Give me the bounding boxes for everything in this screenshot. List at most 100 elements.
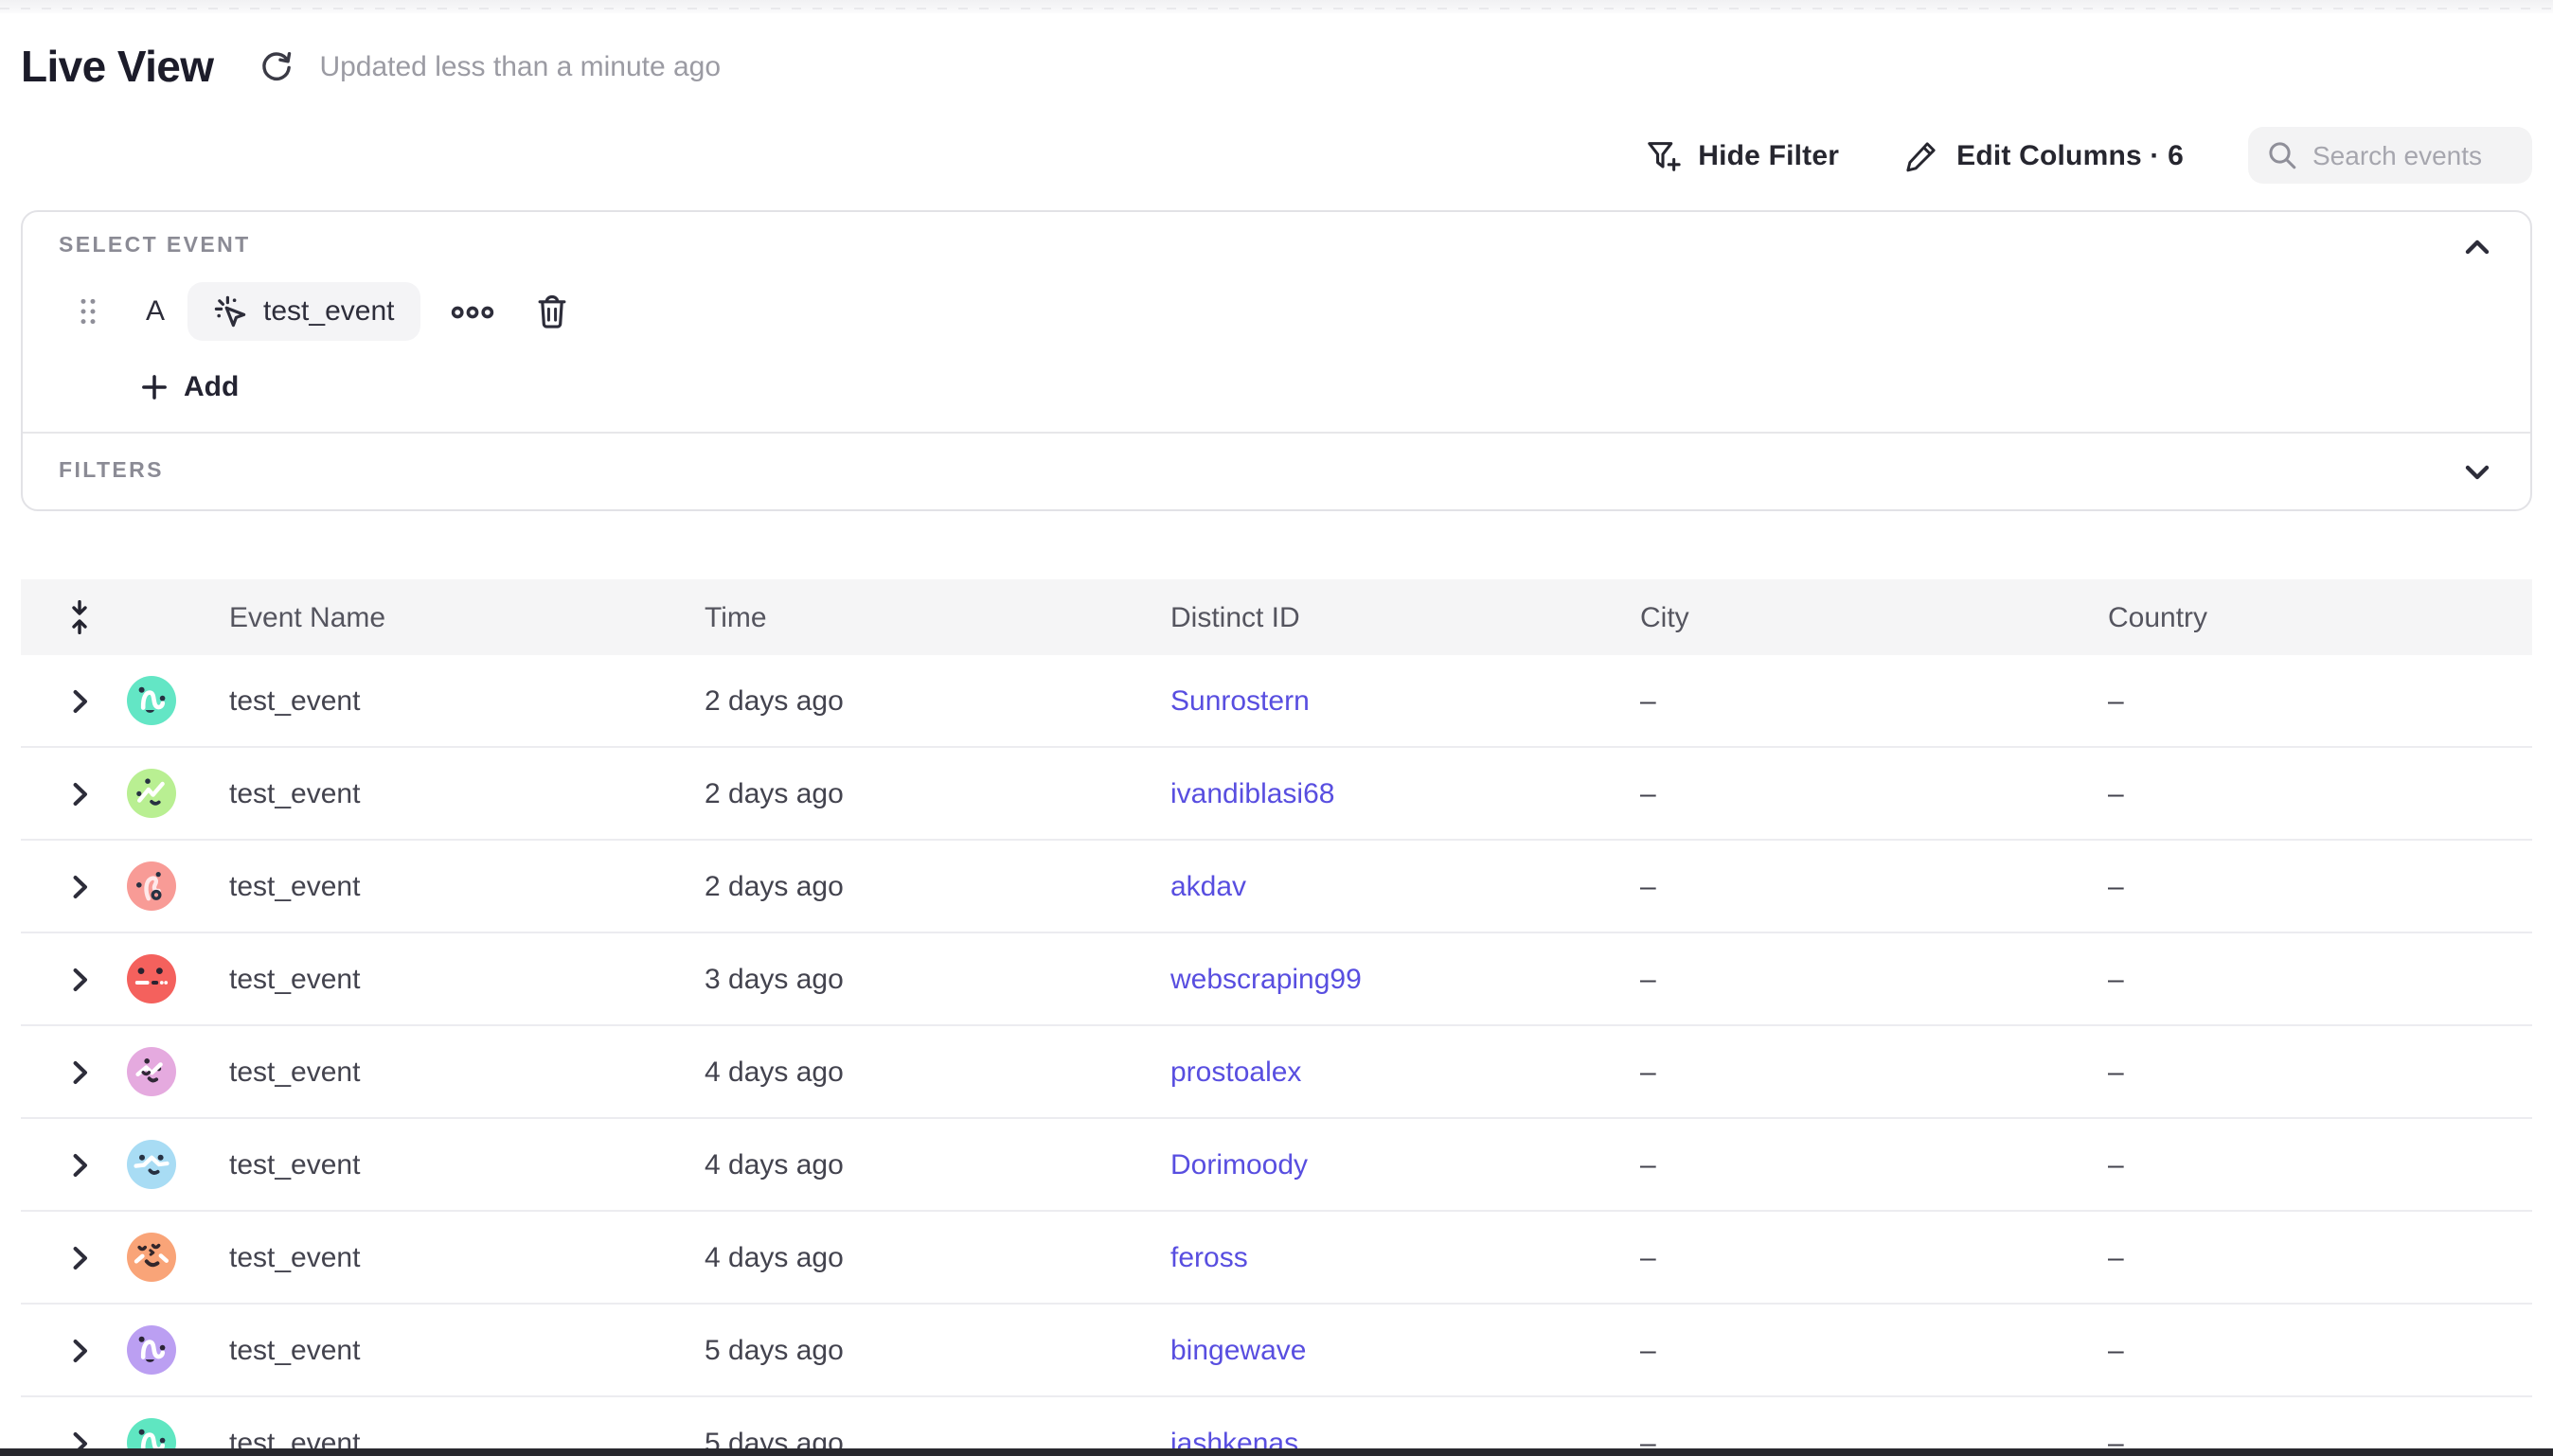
table-header: Event Name Time Distinct ID City Country [21, 579, 2532, 655]
table-row: test_event 3 days ago webscraping99 – – [21, 933, 2532, 1026]
chevron-right-icon [71, 781, 88, 806]
page-header: Live View Updated less than a minute ago [21, 36, 2532, 97]
chevron-down-icon [2464, 463, 2491, 480]
avatar [127, 861, 176, 911]
page-title: Live View [21, 41, 213, 92]
cell-city: – [1640, 1148, 2108, 1181]
updated-status: Updated less than a minute ago [319, 50, 721, 82]
cell-country: – [2108, 777, 2532, 809]
cell-country: – [2108, 1148, 2532, 1181]
cell-city: – [1640, 1241, 2108, 1273]
chevron-right-icon [71, 1338, 88, 1362]
distinct-id-link[interactable]: akdav [1170, 870, 1246, 902]
drag-handle[interactable] [80, 297, 97, 326]
table-row: test_event 4 days ago Dorimoody – – [21, 1119, 2532, 1212]
cell-city: – [1640, 1056, 2108, 1088]
cell-event-name: test_event [229, 777, 705, 809]
avatar [127, 954, 176, 1003]
expand-row-button[interactable] [65, 775, 94, 811]
chevron-right-icon [71, 1059, 88, 1084]
expand-filters-button[interactable] [2460, 459, 2494, 484]
filter-plus-icon [1643, 136, 1681, 174]
expand-row-button[interactable] [65, 1146, 94, 1182]
chevron-right-icon [71, 1245, 88, 1270]
distinct-id-link[interactable]: ivandiblasi68 [1170, 777, 1334, 809]
bottom-edge-strip [0, 1448, 2553, 1456]
avatar [127, 769, 176, 818]
filters-section: FILTERS [23, 434, 2530, 509]
collapse-select-event-button[interactable] [2460, 234, 2494, 258]
expand-row-button[interactable] [65, 961, 94, 997]
query-builder-panel: SELECT EVENT A [21, 210, 2532, 511]
plus-icon [142, 375, 167, 400]
drag-handle-icon [80, 297, 97, 326]
event-row: A test_event [59, 282, 2494, 341]
refresh-button[interactable] [255, 45, 296, 87]
avatar [127, 676, 176, 725]
distinct-id-link[interactable]: prostoalex [1170, 1056, 1301, 1088]
event-chip-label: test_event [263, 295, 394, 328]
cell-city: – [1640, 870, 2108, 902]
cell-country: – [2108, 1056, 2532, 1088]
cell-country: – [2108, 684, 2532, 717]
chevron-right-icon [71, 688, 88, 713]
chevron-right-icon [71, 874, 88, 898]
distinct-id-link[interactable]: Dorimoody [1170, 1148, 1308, 1181]
table-row: test_event 4 days ago prostoalex – – [21, 1026, 2532, 1119]
chevron-right-icon [71, 1152, 88, 1177]
edit-columns-button[interactable]: Edit Columns · 6 [1903, 137, 2184, 173]
column-header-time: Time [705, 601, 1170, 633]
hide-filter-label: Hide Filter [1698, 139, 1839, 171]
search-input[interactable] [2312, 140, 2513, 170]
add-event-button[interactable]: Add [142, 371, 239, 403]
cell-event-name: test_event [229, 963, 705, 995]
chevron-right-icon [71, 967, 88, 991]
chevron-up-icon [2464, 238, 2491, 255]
select-event-section: SELECT EVENT A [23, 212, 2530, 432]
cell-time: 4 days ago [705, 1056, 1170, 1088]
table-row: test_event 5 days ago bingewave – – [21, 1305, 2532, 1397]
expand-row-button[interactable] [65, 868, 94, 904]
live-view-page: Live View Updated less than a minute ago… [0, 0, 2553, 1456]
add-button-label: Add [184, 371, 239, 403]
cursor-click-icon [214, 294, 248, 328]
expand-row-button[interactable] [65, 1332, 94, 1368]
cell-country: – [2108, 963, 2532, 995]
search-box[interactable] [2248, 127, 2532, 184]
distinct-id-link[interactable]: feross [1170, 1241, 1248, 1273]
cell-time: 2 days ago [705, 777, 1170, 809]
cell-time: 3 days ago [705, 963, 1170, 995]
table-row: test_event 5 days ago jashkenas – – [21, 1397, 2532, 1456]
hide-filter-button[interactable]: Hide Filter [1643, 136, 1839, 174]
delete-event-button[interactable] [532, 290, 572, 333]
table-body: test_event 2 days ago Sunrostern – – tes… [21, 655, 2532, 1456]
column-header-event-name: Event Name [229, 601, 705, 633]
table-row: test_event 4 days ago feross – – [21, 1212, 2532, 1305]
cell-city: – [1640, 684, 2108, 717]
search-icon [2267, 140, 2297, 170]
trash-icon [536, 293, 568, 329]
cell-event-name: test_event [229, 1148, 705, 1181]
filters-label: FILTERS [59, 460, 164, 483]
ellipsis-icon [451, 304, 494, 319]
table-row: test_event 2 days ago Sunrostern – – [21, 655, 2532, 748]
event-options-button[interactable] [445, 298, 500, 325]
avatar [127, 1047, 176, 1096]
event-chip[interactable]: test_event [187, 282, 420, 341]
edit-columns-label: Edit Columns · 6 [1956, 139, 2184, 171]
distinct-id-link[interactable]: bingewave [1170, 1334, 1306, 1366]
expand-row-button[interactable] [65, 683, 94, 719]
cell-event-name: test_event [229, 684, 705, 717]
cell-time: 5 days ago [705, 1334, 1170, 1366]
expand-row-button[interactable] [65, 1054, 94, 1090]
cell-event-name: test_event [229, 1334, 705, 1366]
cell-time: 2 days ago [705, 684, 1170, 717]
cell-time: 2 days ago [705, 870, 1170, 902]
distinct-id-link[interactable]: Sunrostern [1170, 684, 1310, 717]
pencil-icon [1903, 137, 1939, 173]
table-row: test_event 2 days ago ivandiblasi68 – – [21, 748, 2532, 841]
expand-row-button[interactable] [65, 1239, 94, 1275]
cell-city: – [1640, 777, 2108, 809]
collapse-all-rows-button[interactable] [62, 596, 97, 638]
distinct-id-link[interactable]: webscraping99 [1170, 963, 1362, 995]
